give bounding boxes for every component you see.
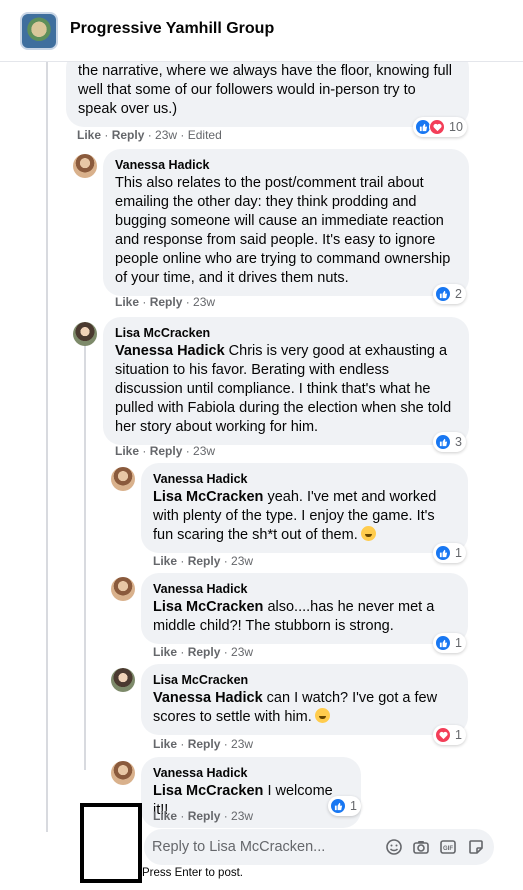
reply-composer: GIF bbox=[144, 829, 494, 865]
reply-input[interactable] bbox=[152, 829, 382, 865]
comment-bubble: Lisa McCracken Vanessa Hadick Chris is v… bbox=[103, 317, 469, 445]
comment-actions: Like · Reply · 23w bbox=[115, 295, 216, 309]
like-button[interactable]: Like bbox=[115, 444, 139, 458]
thread-line bbox=[46, 62, 48, 832]
like-reaction-icon bbox=[435, 545, 451, 561]
mention-link[interactable]: Lisa McCracken bbox=[153, 489, 263, 505]
mention-link[interactable]: Vanessa Hadick bbox=[115, 343, 225, 359]
like-button[interactable]: Like bbox=[153, 809, 177, 823]
reply-button[interactable]: Reply bbox=[150, 444, 183, 458]
comment-text: This also relates to the post/comment tr… bbox=[115, 175, 451, 286]
avatar[interactable] bbox=[111, 761, 135, 785]
reaction-count: 1 bbox=[455, 546, 462, 560]
like-button[interactable]: Like bbox=[153, 645, 177, 659]
sticker-icon[interactable] bbox=[467, 838, 485, 856]
reply-author[interactable]: Vanessa Hadick bbox=[153, 581, 456, 597]
reaction-count: 1 bbox=[455, 636, 462, 650]
reaction-summary[interactable]: 1 bbox=[433, 543, 466, 563]
group-name[interactable]: Progressive Yamhill Group bbox=[70, 20, 274, 38]
svg-text:GIF: GIF bbox=[443, 846, 453, 852]
group-logo[interactable] bbox=[20, 12, 58, 50]
reaction-summary[interactable]: 1 bbox=[433, 725, 466, 745]
gif-icon[interactable]: GIF bbox=[439, 838, 457, 856]
reply-actions: Like · Reply · 23w bbox=[153, 554, 254, 568]
reaction-summary[interactable]: 3 bbox=[433, 432, 466, 452]
avatar[interactable] bbox=[111, 577, 135, 601]
like-reaction-icon bbox=[435, 434, 451, 450]
like-reaction-icon bbox=[435, 286, 451, 302]
avatar[interactable] bbox=[73, 322, 97, 346]
reaction-count: 10 bbox=[449, 120, 463, 134]
reaction-summary[interactable]: 1 bbox=[328, 796, 361, 816]
reply-bubble: Lisa McCracken Vanessa Hadick can I watc… bbox=[141, 664, 468, 735]
reply-time[interactable]: 23w bbox=[231, 809, 253, 823]
reaction-count: 2 bbox=[455, 287, 462, 301]
like-button[interactable]: Like bbox=[153, 737, 177, 751]
comment-author[interactable]: Vanessa Hadick bbox=[115, 157, 457, 173]
like-button[interactable]: Like bbox=[153, 554, 177, 568]
like-reaction-icon bbox=[330, 798, 346, 814]
comment-time[interactable]: 23w bbox=[193, 295, 215, 309]
reply-time[interactable]: 23w bbox=[231, 737, 253, 751]
camera-icon[interactable] bbox=[412, 838, 430, 856]
comment-actions: Like · Reply · 23w · Edited bbox=[77, 128, 222, 142]
thread-line bbox=[84, 345, 86, 770]
redacted-avatar bbox=[80, 803, 142, 883]
mention-link[interactable]: Lisa McCracken bbox=[153, 783, 263, 799]
reply-button[interactable]: Reply bbox=[112, 128, 145, 142]
reply-button[interactable]: Reply bbox=[188, 645, 221, 659]
mention-link[interactable]: Vanessa Hadick bbox=[153, 690, 263, 706]
reply-time[interactable]: 23w bbox=[231, 554, 253, 568]
reply-time[interactable]: 23w bbox=[231, 645, 253, 659]
like-reaction-icon bbox=[435, 635, 451, 651]
reply-actions: Like · Reply · 23w bbox=[153, 737, 254, 751]
winking-emoji-icon bbox=[314, 708, 330, 723]
reply-author[interactable]: Vanessa Hadick bbox=[153, 765, 349, 781]
post-hint: Press Enter to post. bbox=[142, 867, 243, 879]
comment-time[interactable]: 23w bbox=[155, 128, 177, 142]
edited-label: Edited bbox=[187, 128, 222, 142]
like-button[interactable]: Like bbox=[77, 128, 101, 142]
avatar[interactable] bbox=[111, 668, 135, 692]
reply-author[interactable]: Vanessa Hadick bbox=[153, 471, 456, 487]
reply-author[interactable]: Lisa McCracken bbox=[153, 672, 456, 688]
reply-button[interactable]: Reply bbox=[150, 295, 183, 309]
reply-actions: Like · Reply · 23w bbox=[153, 809, 254, 823]
comment-bubble: Vanessa Hadick This also relates to the … bbox=[103, 149, 469, 296]
mention-link[interactable]: Lisa McCracken bbox=[153, 599, 263, 615]
reply-button[interactable]: Reply bbox=[188, 554, 221, 568]
reply-bubble: Vanessa Hadick Lisa McCracken also....ha… bbox=[141, 573, 468, 644]
reaction-count: 3 bbox=[455, 435, 462, 449]
laughing-emoji-icon bbox=[360, 526, 376, 541]
reaction-count: 1 bbox=[455, 728, 462, 742]
comment-text: the narrative, where we always have the … bbox=[78, 63, 452, 117]
comment-actions: Like · Reply · 23w bbox=[115, 444, 216, 458]
reply-actions: Like · Reply · 23w bbox=[153, 645, 254, 659]
like-button[interactable]: Like bbox=[115, 295, 139, 309]
reaction-summary[interactable]: 2 bbox=[433, 284, 466, 304]
reply-button[interactable]: Reply bbox=[188, 809, 221, 823]
love-reaction-icon bbox=[435, 727, 451, 743]
reaction-count: 1 bbox=[350, 799, 357, 813]
avatar[interactable] bbox=[111, 467, 135, 491]
avatar[interactable] bbox=[73, 154, 97, 178]
reaction-summary[interactable]: 10 bbox=[413, 117, 467, 137]
love-reaction-icon bbox=[429, 119, 445, 135]
emoji-icon[interactable] bbox=[385, 838, 403, 856]
reply-button[interactable]: Reply bbox=[188, 737, 221, 751]
comment-author[interactable]: Lisa McCracken bbox=[115, 325, 457, 341]
reaction-summary[interactable]: 1 bbox=[433, 633, 466, 653]
group-header: Progressive Yamhill Group bbox=[0, 0, 523, 62]
reply-bubble: Vanessa Hadick Lisa McCracken yeah. I've… bbox=[141, 463, 468, 553]
comment-time[interactable]: 23w bbox=[193, 444, 215, 458]
